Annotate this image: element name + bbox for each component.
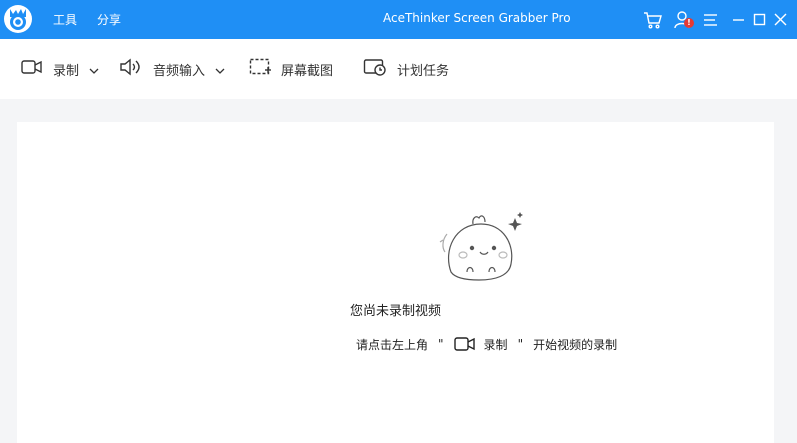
schedule-clock-icon bbox=[363, 58, 387, 80]
video-camera-icon bbox=[453, 335, 476, 353]
record-label: 录制 bbox=[53, 63, 80, 79]
menu-tools[interactable]: 工具 bbox=[53, 11, 77, 28]
screenshot-button[interactable]: 屏幕截图 bbox=[249, 39, 333, 99]
screenshot-label: 屏幕截图 bbox=[281, 63, 334, 79]
open-quote: " bbox=[438, 337, 444, 351]
toolbar: 录制 音频输入 屏幕截图 计划任务 bbox=[0, 39, 797, 99]
cart-icon[interactable] bbox=[643, 10, 663, 30]
hint-prefix: 请点击左上角 bbox=[356, 337, 429, 352]
menu-icon[interactable] bbox=[701, 10, 721, 30]
video-camera-icon bbox=[21, 58, 43, 80]
audio-input-label: 音频输入 bbox=[153, 63, 206, 79]
app-title: AceThinker Screen Grabber Pro bbox=[383, 11, 571, 25]
scheduled-task-button[interactable]: 计划任务 bbox=[363, 39, 449, 99]
speaker-icon bbox=[119, 58, 143, 80]
empty-state-hint: 请点击左上角 " 录制 " 开始视频的录制 bbox=[356, 334, 617, 354]
title-bar: 工具 分享 AceThinker Screen Grabber Pro ! bbox=[0, 0, 797, 39]
maximize-icon[interactable] bbox=[750, 10, 770, 30]
chevron-down-icon[interactable] bbox=[89, 60, 99, 79]
user-account-icon[interactable]: ! bbox=[674, 10, 694, 30]
app-logo-icon bbox=[4, 5, 32, 33]
close-quote: " bbox=[517, 337, 524, 351]
scheduled-task-label: 计划任务 bbox=[397, 63, 450, 79]
hint-suffix: 开始视频的录制 bbox=[533, 337, 618, 352]
record-button[interactable]: 录制 bbox=[21, 39, 99, 99]
notification-badge: ! bbox=[684, 18, 694, 28]
menu-share[interactable]: 分享 bbox=[97, 11, 121, 28]
hint-record-label: 录制 bbox=[483, 337, 508, 352]
recordings-panel: 您尚未录制视频 请点击左上角 " 录制 " 开始视频的录制 bbox=[17, 122, 774, 443]
minimize-icon[interactable] bbox=[729, 10, 749, 30]
screen-capture-icon bbox=[249, 58, 271, 80]
empty-state-title: 您尚未录制视频 bbox=[349, 304, 441, 319]
mascot-illustration-icon bbox=[439, 210, 525, 292]
chevron-down-icon[interactable] bbox=[215, 60, 225, 79]
close-icon[interactable] bbox=[771, 10, 791, 30]
audio-input-button[interactable]: 音频输入 bbox=[119, 39, 225, 99]
